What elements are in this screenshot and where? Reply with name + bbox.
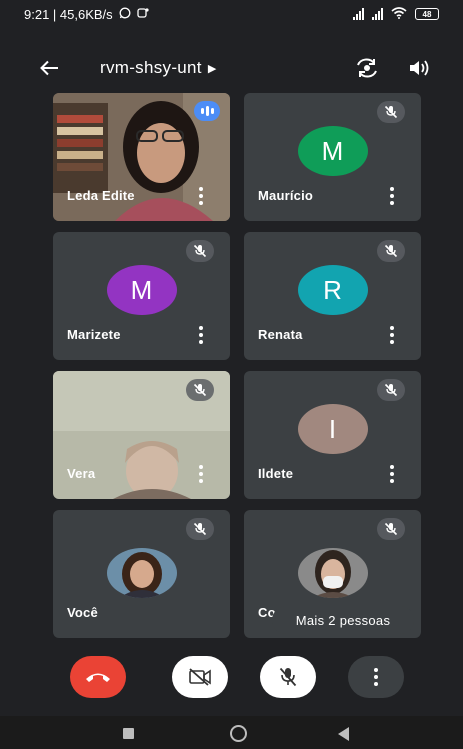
camera-off-icon <box>189 668 211 686</box>
caret-right-icon: ▶ <box>207 62 217 75</box>
signal-icon <box>353 8 364 20</box>
speaker-icon[interactable] <box>405 54 433 82</box>
status-bar: 9:21 | 45,6KB/s 48 <box>0 0 463 28</box>
participant-name: Renata <box>258 327 303 342</box>
participant-name: Ildete <box>258 466 294 481</box>
more-options-icon[interactable] <box>385 326 399 344</box>
participant-name: Vera <box>67 466 96 481</box>
avatar: M <box>297 126 368 176</box>
participant-tile-renata[interactable]: R Renata <box>244 232 421 360</box>
microphone-toggle-button[interactable] <box>260 656 316 698</box>
speaking-indicator-icon <box>194 101 220 121</box>
participant-tile-vera[interactable]: Vera <box>53 371 230 499</box>
more-options-icon[interactable] <box>194 465 208 483</box>
camera-toggle-button[interactable] <box>172 656 228 698</box>
participant-tile-leda[interactable]: Leda Edite <box>53 93 230 221</box>
mic-off-icon <box>377 379 405 401</box>
participant-name: Maurício <box>258 188 314 203</box>
avatar-initial: M <box>130 274 153 305</box>
more-options-icon[interactable] <box>385 187 399 205</box>
room-code: rvm-shsy-unt <box>100 58 202 77</box>
hang-up-button[interactable] <box>70 656 126 698</box>
recents-icon[interactable] <box>123 728 134 739</box>
mic-off-icon <box>186 379 214 401</box>
avatar-initial: M <box>321 135 344 166</box>
system-nav-bar <box>0 716 463 749</box>
participant-name: Marizete <box>67 327 121 342</box>
battery-icon: 48 <box>415 8 439 20</box>
mic-off-icon <box>279 667 297 687</box>
participant-name: Leda Edite <box>67 188 135 203</box>
more-people-button[interactable]: Mais 2 pessoas <box>272 606 414 634</box>
call-controls <box>0 652 463 708</box>
avatar: R <box>297 265 368 315</box>
avatar-initial: I <box>328 413 337 444</box>
more-vertical-icon <box>374 668 378 686</box>
wifi-icon <box>391 6 407 22</box>
home-icon[interactable] <box>230 725 247 742</box>
switch-camera-icon[interactable] <box>353 54 381 82</box>
more-people-label: Mais 2 pessoas <box>295 612 391 628</box>
mic-off-icon <box>186 240 214 262</box>
call-header: rvm-shsy-unt ▶ <box>0 48 463 88</box>
mic-off-icon <box>186 518 214 540</box>
participant-tile-ildete[interactable]: I Ildete <box>244 371 421 499</box>
avatar <box>297 548 368 598</box>
participant-tile-self[interactable]: Você <box>53 510 230 638</box>
whatsapp-icon <box>119 7 131 22</box>
avatar-initial: R <box>323 274 342 305</box>
mic-off-icon <box>377 240 405 262</box>
avatar <box>106 548 177 598</box>
avatar: I <box>297 404 368 454</box>
back-icon[interactable] <box>338 727 349 741</box>
participant-name: Você <box>67 605 98 620</box>
avatar: M <box>106 265 177 315</box>
status-time: 9:21 | 45,6KB/s <box>24 6 113 22</box>
mic-off-icon <box>377 518 405 540</box>
more-options-icon[interactable] <box>194 187 208 205</box>
phone-hangup-icon <box>86 673 110 682</box>
back-arrow-icon[interactable] <box>36 56 62 80</box>
mic-off-icon <box>377 101 405 123</box>
room-code-button[interactable]: rvm-shsy-unt ▶ <box>100 58 217 78</box>
signal-icon-2 <box>372 8 383 20</box>
notification-icon <box>137 7 149 22</box>
more-options-icon[interactable] <box>194 326 208 344</box>
participant-tile-marizete[interactable]: M Marizete <box>53 232 230 360</box>
participant-tile-mauricio[interactable]: M Maurício <box>244 93 421 221</box>
battery-level: 48 <box>422 9 432 19</box>
more-options-icon[interactable] <box>385 465 399 483</box>
more-options-button[interactable] <box>348 656 404 698</box>
